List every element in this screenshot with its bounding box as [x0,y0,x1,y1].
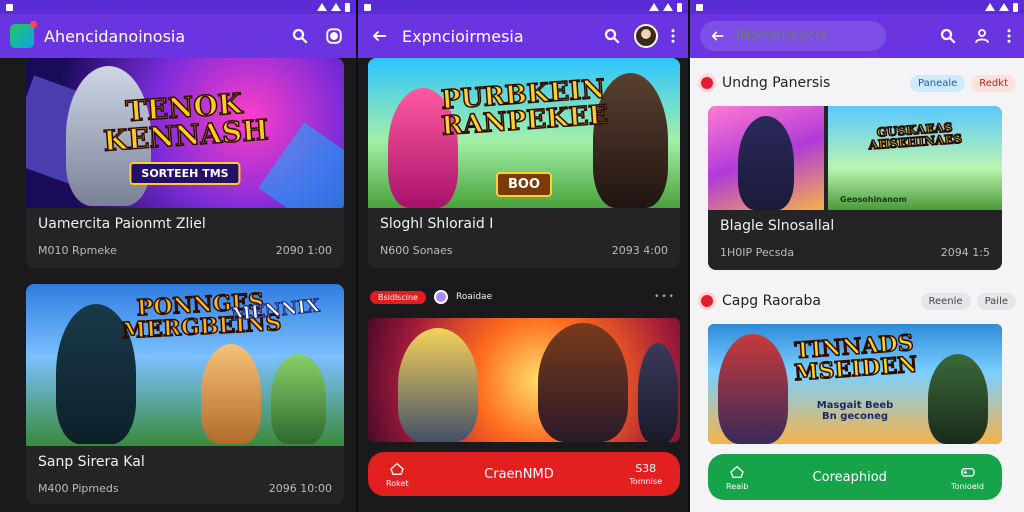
battery-icon [345,2,350,12]
search-icon[interactable] [600,24,624,48]
filter-chip[interactable]: Reenle [920,292,971,310]
game-card[interactable]: PURBKEIN RANPEKEE BOO Sloghl Shloraid I … [368,58,680,268]
battery-icon [677,2,682,12]
game-date: 2096 10:00 [268,482,332,495]
search-icon[interactable] [936,24,960,48]
search-icon[interactable] [288,24,312,48]
game-name: Blagle Slnosallal [720,218,835,234]
wifi-icon [331,3,341,11]
notification-icon [364,3,371,11]
notification-icon [6,3,13,11]
more-vert-icon[interactable] [1004,24,1014,48]
gamepad-icon [960,467,975,477]
status-bar [358,0,688,14]
section-header: Undng Panersis Paneale Redkt [698,74,1016,92]
game-name: Uamercita Paionmt Zliel [38,216,206,232]
game-art-subtitle: Geosohinanom [840,195,907,204]
promo-badge[interactable]: Bsidlscine [370,290,426,304]
game-art: TENOK KENNASH SORTEEH TMS [26,58,344,208]
record-icon[interactable] [322,24,346,48]
game-art-title: TENOK KENNASH [102,86,271,158]
wifi-icon [999,3,1009,11]
phone-screen-2: Expncioirmesia PURBKEIN RANPEKEE BOO Slo… [356,0,688,512]
phone-screen-1: Ahencidanoinosia TENOK KENNASH SORTEEH T… [0,0,356,512]
account-icon[interactable] [970,24,994,48]
cta-label: Coreaphiod [812,469,887,485]
notification-icon [696,3,703,11]
section-header: Capg Raoraba Reenle Paile [698,292,1016,310]
play-button[interactable]: Roket CraenNMD S38 Tomnise [368,452,680,496]
signal-icon [317,3,327,11]
game-art: GUSKAEAS AHSEHINAES Geosohinanom [828,106,1002,210]
section-icon [698,74,716,92]
promo-row: Bsidlscine Roaidae ••• [370,290,676,304]
game-price: 1H0IP Pecsda [720,246,795,259]
game-banner[interactable]: TINNADS MSEIDEN Masgait Beeb Bn geconeg [708,324,1002,444]
cta-left-label: Roket [386,478,409,488]
filter-chip[interactable]: Redkt [971,74,1016,92]
avatar[interactable] [634,24,658,48]
game-art: TINNADS MSEIDEN Masgait Beeb Bn geconeg [708,324,1002,444]
signal-icon [649,3,659,11]
app-bar [690,14,1024,58]
game-art-subtitle: SORTEEH TMS [129,162,241,185]
app-bar: Expncioirmesia [358,14,688,58]
game-price: M400 Pipmeds [38,482,119,495]
app-title: Ahencidanoinosia [44,26,186,46]
app-logo[interactable] [10,21,37,48]
section-title: Capg Raoraba [722,293,821,309]
signal-icon [985,3,995,11]
game-card[interactable]: GUSKAEAS AHSEHINAES Geosohinanom Blagle … [708,106,1002,270]
search-bar[interactable] [700,21,886,51]
game-date: 2090 1:00 [275,244,332,257]
screens-composite: Ahencidanoinosia TENOK KENNASH SORTEEH T… [0,0,1024,512]
play-button[interactable]: Reaib Coreaphiod Tonioeld [708,454,1002,500]
game-thumb [708,106,824,210]
battery-icon [1013,2,1018,12]
game-date: 2094 1:5 [940,246,990,259]
wifi-icon [663,3,673,11]
game-card[interactable]: PONNGES MERGBEINS MENNIX Sanp Sirera Kal… [26,284,344,504]
home-icon [390,462,405,475]
cta-label: CraenNMD [484,466,554,482]
game-art-subtitle: BOO [495,172,553,197]
game-art: PONNGES MERGBEINS MENNIX [26,284,344,446]
game-date: 2093 4:00 [611,244,668,257]
game-name: Sanp Sirera Kal [38,454,145,470]
game-art-subtitle: Masgait Beeb Bn geconeg [816,400,894,422]
game-name: Sloghl Shloraid I [380,216,494,232]
game-banner[interactable] [368,318,680,442]
character-figure [398,328,478,442]
promo-label: Roaidae [455,292,493,302]
status-bar [0,0,356,14]
character-figure [718,334,788,444]
game-card[interactable]: TENOK KENNASH SORTEEH TMS Uamercita Paio… [26,58,344,268]
game-art-title: PURBKEIN RANPEKEE [439,74,610,143]
game-art-title: GUSKAEAS AHSEHINAES [868,120,964,153]
cta-right-label: Tonioeld [951,481,984,491]
back-arrow-icon[interactable] [710,28,726,44]
cta-right-label: Tomnise [629,477,662,486]
profile-icon [433,290,448,304]
game-price: N600 Sonaes [380,244,453,257]
more-vert-icon[interactable] [668,24,678,48]
phone-screen-3: Undng Panersis Paneale Redkt GUSKAEAS AH… [688,0,1024,512]
game-art-title: TINNADS MSEIDEN [793,329,919,387]
more-horiz-icon[interactable]: ••• [654,292,676,302]
game-art: PURBKEIN RANPEKEE BOO [368,58,680,208]
game-art [368,318,680,442]
app-title: Expncioirmesia [402,26,524,46]
game-price: M010 Rpmeke [38,244,117,257]
search-input[interactable] [736,28,856,44]
section-title: Undng Panersis [722,75,831,91]
filter-chip[interactable]: Paile [976,292,1016,310]
home-icon [730,465,744,478]
cta-left-label: Reaib [726,481,749,491]
filter-chip[interactable]: Paneale [910,74,966,92]
section-icon [698,292,716,310]
status-bar [690,0,1024,14]
back-arrow-icon[interactable] [368,24,392,48]
app-bar: Ahencidanoinosia [0,14,356,58]
cta-price: S38 [635,462,657,475]
